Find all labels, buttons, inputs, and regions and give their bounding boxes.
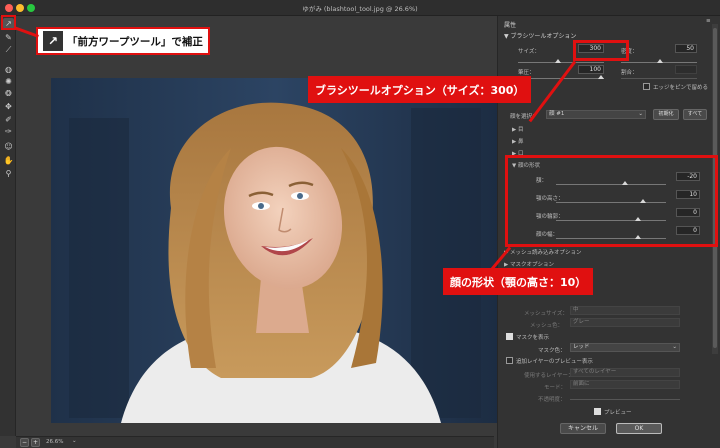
title-bar: ゆがみ (blashtool_tool.jpg @ 26.6%) <box>0 0 720 16</box>
mesh-size-dropdown[interactable]: 中 <box>570 306 680 315</box>
portrait-illustration <box>51 78 501 423</box>
mask-color-label: マスク色： <box>538 348 566 354</box>
cancel-button[interactable]: キャンセル <box>560 423 606 434</box>
rate-label: 割合： <box>621 70 638 76</box>
brush-size-callout: ブラシツールオプション（サイズ：300） <box>308 76 532 103</box>
zoom-level[interactable]: 26.6% <box>46 439 63 445</box>
mesh-color-value: グレー <box>573 319 590 325</box>
freeze-mask-icon[interactable]: ✐ <box>3 114 14 125</box>
density-input[interactable]: 50 <box>675 44 697 53</box>
preview-checkbox[interactable] <box>594 408 601 415</box>
preview-photo[interactable] <box>51 78 501 423</box>
mesh-color-label: メッシュ色： <box>530 323 564 329</box>
panel-header: 属性 <box>504 22 517 29</box>
face-tool-icon[interactable]: ☺ <box>3 141 14 152</box>
all-button[interactable]: すべて <box>683 109 707 120</box>
hand-icon[interactable]: ✋ <box>3 155 14 166</box>
show-mask-checkbox[interactable] <box>506 333 513 340</box>
load-mesh-section-toggle[interactable]: ▶ メッシュ読み込みオプション <box>504 248 582 256</box>
chevron-down-icon: ⌄ <box>638 111 643 117</box>
ok-button[interactable]: OK <box>616 423 662 434</box>
pin-edges-checkbox[interactable] <box>643 83 650 90</box>
twirl-icon[interactable]: ◍ <box>3 64 14 75</box>
forward-warp-callout: ↗ 「前方ワープツール」で補正 <box>36 27 210 55</box>
push-left-icon[interactable]: ✥ <box>3 101 14 112</box>
size-label: サイズ： <box>518 49 540 55</box>
use-layer-label: 使用するレイヤー： <box>524 373 574 379</box>
pressure-input[interactable]: 100 <box>578 65 604 74</box>
size-slider-thumb[interactable] <box>555 59 561 63</box>
mode-dropdown[interactable]: 前面に <box>570 380 680 389</box>
thaw-mask-icon[interactable]: ✑ <box>3 126 14 137</box>
reset-button[interactable]: 初期化 <box>653 109 679 120</box>
eyes-section-toggle[interactable]: ▶ 目 <box>512 125 524 133</box>
chevron-down-icon[interactable]: ⌄ <box>72 438 77 444</box>
pressure-slider-thumb[interactable] <box>598 75 604 79</box>
brush-section-title: ブラシツールオプション <box>510 33 577 40</box>
pucker-icon[interactable]: ✺ <box>3 76 14 87</box>
show-backdrop-label: 追加レイヤーのプレビュー表示 <box>516 359 593 365</box>
size-slider[interactable] <box>518 62 604 63</box>
mesh-size-value: 中 <box>573 307 579 313</box>
liquify-toolbar: ↗ ✎ ⟋ ◍ ✺ ❂ ✥ ✐ ✑ ☺ ✋ ⚲ <box>0 16 16 436</box>
rate-slider[interactable] <box>621 78 697 79</box>
load-mesh-section-title: メッシュ読み込みオプション <box>509 250 582 256</box>
use-layer-value: すべてのレイヤー <box>573 369 617 375</box>
zoom-icon[interactable]: ⚲ <box>3 168 14 179</box>
rate-input[interactable] <box>675 65 697 74</box>
reconstruct-icon[interactable]: ✎ <box>3 32 14 43</box>
forward-warp-icon: ↗ <box>43 31 63 51</box>
panel-menu-icon[interactable]: ≡ <box>706 18 711 24</box>
use-layer-dropdown[interactable]: すべてのレイヤー <box>570 368 680 377</box>
mesh-color-dropdown[interactable]: グレー <box>570 318 680 327</box>
zoom-out-button[interactable]: − <box>20 438 29 447</box>
pin-edges-label: エッジをピンで留める <box>653 85 709 91</box>
window-title: ゆがみ (blashtool_tool.jpg @ 26.6%) <box>302 5 418 13</box>
mask-color-dropdown[interactable]: レッド ⌄ <box>570 343 680 352</box>
chin-height-callout: 顔の形状（顎の高さ：10） <box>443 268 594 295</box>
smooth-icon[interactable]: ⟋ <box>3 44 14 55</box>
nose-section-title: 鼻 <box>517 139 524 145</box>
chevron-down-icon: ⌄ <box>672 344 677 350</box>
show-backdrop-checkbox[interactable] <box>506 357 513 364</box>
nose-section-toggle[interactable]: ▶ 鼻 <box>512 137 524 145</box>
eyes-section-title: 目 <box>517 127 524 133</box>
mask-color-value: レッド <box>573 344 590 350</box>
forward-warp-callout-text: 「前方ワープツール」で補正 <box>67 35 203 48</box>
mode-value: 前面に <box>573 381 590 387</box>
bloat-icon[interactable]: ❂ <box>3 88 14 99</box>
opacity-label: 不透明度： <box>538 397 566 403</box>
brush-section-toggle[interactable]: ▼ ブラシツールオプション <box>504 31 576 40</box>
mode-label: モード： <box>544 385 567 391</box>
face-select-value: 顔 #1 <box>549 111 565 117</box>
mask-options-section-toggle[interactable]: ▶ マスクオプション <box>504 260 554 268</box>
density-slider-thumb[interactable] <box>657 59 663 63</box>
face-select-dropdown[interactable]: 顔 #1 ⌄ <box>546 110 646 119</box>
status-bar: − + 26.6% ⌄ <box>16 436 494 448</box>
show-mask-label: マスクを表示 <box>516 335 550 341</box>
preview-label: プレビュー <box>604 410 632 416</box>
mesh-size-label: メッシュサイズ： <box>524 311 568 317</box>
zoom-in-button[interactable]: + <box>31 438 40 447</box>
brush-size-highlight <box>573 40 629 61</box>
opacity-slider[interactable] <box>570 399 680 400</box>
pressure-label: 筆圧： <box>518 70 535 76</box>
face-shape-highlight <box>505 155 718 247</box>
